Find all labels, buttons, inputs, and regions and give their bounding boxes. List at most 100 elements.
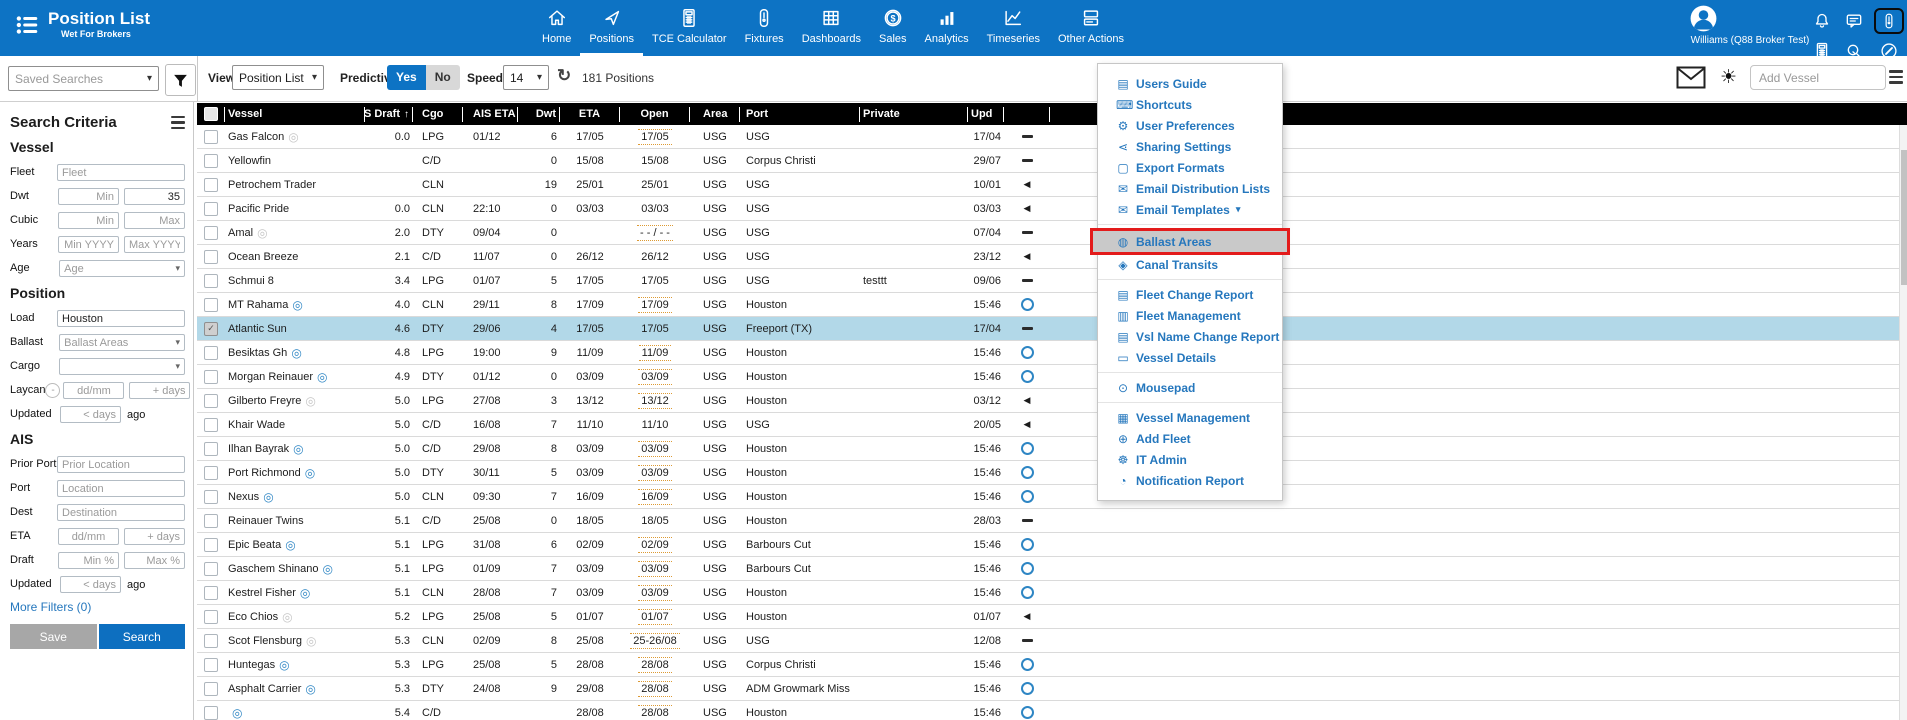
menu-item-users-guide[interactable]: ▤Users Guide <box>1098 73 1282 94</box>
draft-min-input[interactable] <box>58 552 119 569</box>
load-input[interactable] <box>57 310 185 327</box>
column-header-area[interactable]: Area <box>690 107 740 122</box>
table-row[interactable]: Khair Wade5.0C/D16/08711/1011/10USGUSG20… <box>197 413 1907 437</box>
predictive-yes-button[interactable]: Yes <box>387 65 426 90</box>
vessel-name[interactable]: Atlantic Sun <box>225 323 365 335</box>
row-checkbox[interactable] <box>204 562 218 576</box>
vessel-name[interactable]: Port Richmond◎ <box>225 467 365 479</box>
app-logo[interactable]: Position List Wet For Brokers <box>14 9 150 39</box>
menu-item-vsl-name-change-report[interactable]: ▤Vsl Name Change Report <box>1098 326 1282 347</box>
menu-item-fleet-management[interactable]: ▥Fleet Management <box>1098 305 1282 326</box>
table-row[interactable]: Pacific Pride0.0CLN22:10003/0303/03USGUS… <box>197 197 1907 221</box>
laycan-date-input[interactable] <box>63 382 124 399</box>
column-header-ais-eta[interactable]: AIS ETA <box>463 107 518 122</box>
more-filters-link[interactable]: More Filters (0) <box>10 600 185 614</box>
row-checkbox[interactable] <box>204 586 218 600</box>
menu-item-add-fleet[interactable]: ⊕Add Fleet <box>1098 428 1282 449</box>
row-checkbox[interactable] <box>204 490 218 504</box>
column-header-eta[interactable]: ETA <box>560 107 620 122</box>
menu-item-mousepad[interactable]: ⊙Mousepad <box>1098 377 1282 398</box>
years-min-input[interactable] <box>58 236 119 253</box>
table-row[interactable]: Gilberto Freyre◎5.0LPG27/08313/1213/12US… <box>197 389 1907 413</box>
position-updated-input[interactable] <box>60 406 121 423</box>
column-header-vessel[interactable]: Vessel <box>225 107 365 122</box>
table-row[interactable]: Reinauer Twins5.1C/D25/08018/0518/05USGH… <box>197 509 1907 533</box>
row-checkbox[interactable] <box>204 514 218 528</box>
view-select[interactable]: Position List ▾ <box>232 65 324 90</box>
bell-icon[interactable] <box>1810 9 1834 33</box>
row-checkbox[interactable] <box>204 130 218 144</box>
nav-analytics[interactable]: Analytics <box>916 0 978 56</box>
ais-port-input[interactable] <box>57 480 185 497</box>
brightness-icon[interactable]: ☀ <box>1720 66 1737 89</box>
vessel-name[interactable]: Ilhan Bayrak◎ <box>225 443 365 455</box>
menu-item-export-formats[interactable]: ▢Export Formats <box>1098 157 1282 178</box>
table-row[interactable]: Kestrel Fisher◎5.1CLN28/08703/0903/09USG… <box>197 581 1907 605</box>
sidebar-menu-icon[interactable] <box>171 116 185 130</box>
vessel-name[interactable]: Khair Wade <box>225 419 365 431</box>
menu-item-canal-transits[interactable]: ◈Canal Transits <box>1098 254 1282 275</box>
nav-dashboards[interactable]: Dashboards <box>793 0 870 56</box>
table-row[interactable]: Amal◎2.0DTY09/040- - / - -USGUSG07/04 <box>197 221 1907 245</box>
save-button[interactable]: Save <box>10 624 97 649</box>
vessel-name[interactable]: Amal◎ <box>225 227 365 239</box>
column-header-open[interactable]: Open <box>620 107 690 122</box>
row-checkbox[interactable] <box>204 274 218 288</box>
row-checkbox[interactable] <box>204 226 218 240</box>
vessel-name[interactable]: Pacific Pride <box>225 203 365 215</box>
nav-positions[interactable]: Positions <box>580 0 643 56</box>
vessel-name[interactable]: Scot Flensburg◎ <box>225 635 365 647</box>
vessel-name[interactable]: Eco Chios◎ <box>225 611 365 623</box>
menu-item-it-admin[interactable]: ☸IT Admin <box>1098 449 1282 470</box>
menu-item-ballast-areas[interactable]: ◍Ballast Areas <box>1093 231 1287 252</box>
ballast-select[interactable]: Ballast Areas▾ <box>59 334 185 351</box>
vessel-name[interactable]: Morgan Reinauer◎ <box>225 371 365 383</box>
menu-item-email-templates[interactable]: ✉Email Templates▾ <box>1098 199 1282 220</box>
refresh-icon[interactable]: ↻ <box>557 66 571 86</box>
nav-fixtures[interactable]: Fixtures <box>736 0 793 56</box>
vessel-name[interactable]: Petrochem Trader <box>225 179 365 191</box>
predictive-no-button[interactable]: No <box>426 65 460 90</box>
dwt-min-input[interactable] <box>58 188 119 205</box>
nav-sales[interactable]: $Sales <box>870 0 916 56</box>
saved-searches-select[interactable]: Saved Searches ▾ <box>8 66 159 91</box>
menu-item-notification-report[interactable]: ◔Notification Report <box>1098 470 1282 491</box>
row-checkbox[interactable] <box>204 610 218 624</box>
vessel-name[interactable]: Nexus◎ <box>225 491 365 503</box>
column-header-upd[interactable]: Upd <box>968 107 1004 122</box>
menu-item-vessel-management[interactable]: ▦Vessel Management <box>1098 407 1282 428</box>
row-checkbox[interactable] <box>204 466 218 480</box>
row-checkbox[interactable] <box>204 538 218 552</box>
draft-max-input[interactable] <box>124 552 185 569</box>
menu-item-sharing-settings[interactable]: ⋖Sharing Settings <box>1098 136 1282 157</box>
row-checkbox[interactable] <box>204 418 218 432</box>
row-checkbox[interactable]: ✓ <box>204 322 218 336</box>
vessel-name[interactable]: Asphalt Carrier◎ <box>225 683 365 695</box>
table-row[interactable]: Asphalt Carrier◎5.3DTY24/08929/0828/08US… <box>197 677 1907 701</box>
table-row[interactable]: Ilhan Bayrak◎5.0C/D29/08803/0903/09USGHo… <box>197 437 1907 461</box>
table-row[interactable]: Eco Chios◎5.2LPG25/08501/0701/07USGHoust… <box>197 605 1907 629</box>
table-row[interactable]: ◎5.4C/D28/0828/08USGHouston15:46 <box>197 701 1907 720</box>
menu-bars-icon[interactable] <box>1889 70 1903 84</box>
scrollbar-thumb[interactable] <box>1901 150 1907 285</box>
years-max-input[interactable] <box>124 236 185 253</box>
column-header-dwt[interactable]: Dwt <box>518 107 560 122</box>
table-row[interactable]: Besiktas Gh◎4.8LPG19:00911/0911/09USGHou… <box>197 341 1907 365</box>
row-checkbox[interactable] <box>204 706 218 720</box>
vessel-name[interactable]: Schmui 8 <box>225 275 365 287</box>
table-row[interactable]: Port Richmond◎5.0DTY30/11503/0903/09USGH… <box>197 461 1907 485</box>
table-row[interactable]: Ocean Breeze2.1C/D11/07026/1226/12USGUSG… <box>197 245 1907 269</box>
vessel-name[interactable]: Kestrel Fisher◎ <box>225 587 365 599</box>
row-checkbox[interactable] <box>204 202 218 216</box>
vessel-name[interactable]: Yellowfin <box>225 155 365 167</box>
select-all-checkbox[interactable] <box>204 107 218 121</box>
table-row[interactable]: Nexus◎5.0CLN09:30716/0916/09USGHouston15… <box>197 485 1907 509</box>
table-row[interactable]: Petrochem TraderCLN1925/0125/01USGUSG10/… <box>197 173 1907 197</box>
ais-eta-date-input[interactable] <box>58 528 119 545</box>
row-checkbox[interactable] <box>204 658 218 672</box>
fixtures-tag-icon[interactable] <box>1874 8 1904 34</box>
table-row[interactable]: Scot Flensburg◎5.3CLN02/09825/0825-26/08… <box>197 629 1907 653</box>
menu-item-shortcuts[interactable]: ⌨Shortcuts <box>1098 94 1282 115</box>
nav-timeseries[interactable]: Timeseries <box>978 0 1049 56</box>
email-icon[interactable] <box>1676 66 1706 89</box>
